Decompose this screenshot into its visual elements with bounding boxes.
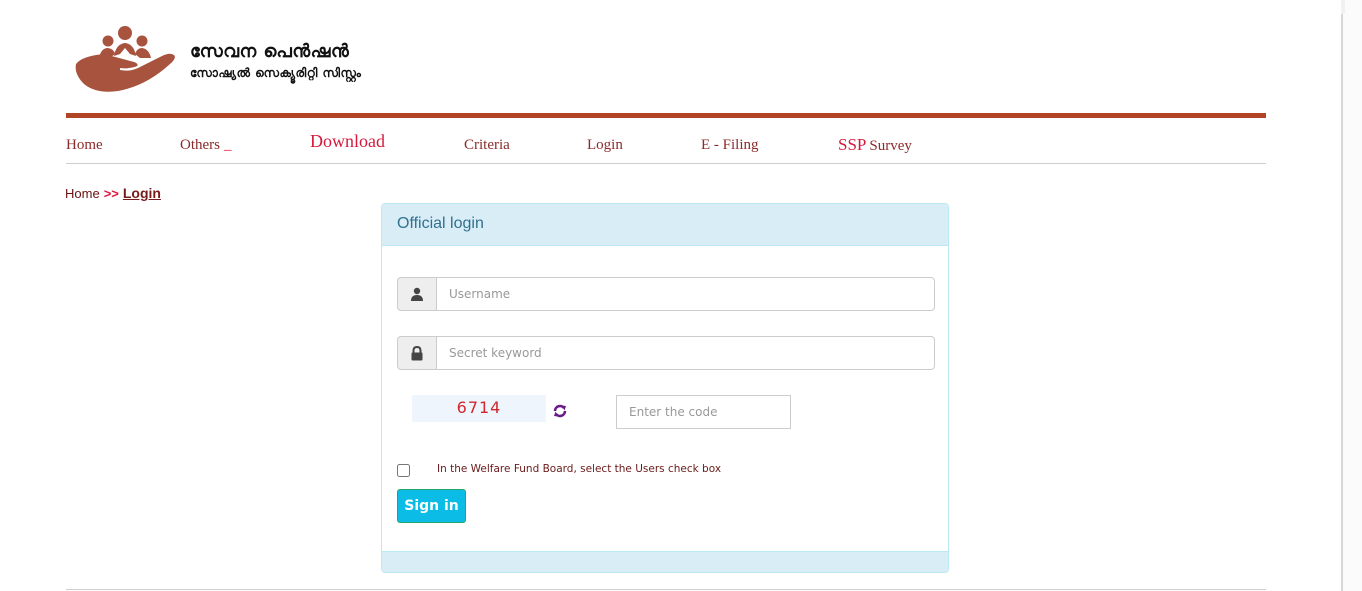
scrollbar[interactable] bbox=[1341, 0, 1362, 591]
refresh-icon[interactable] bbox=[552, 403, 568, 419]
welfare-fund-checkbox-label: In the Welfare Fund Board, select the Us… bbox=[437, 463, 722, 475]
breadcrumb-home[interactable]: Home bbox=[65, 186, 100, 201]
brand-subtitle: സോഷ്യൽ സെക്യൂരിറ്റി സിസ്റ്റം bbox=[190, 66, 362, 80]
username-input[interactable] bbox=[436, 277, 935, 311]
nav-criteria[interactable]: Criteria bbox=[464, 137, 510, 154]
nav-home[interactable]: Home bbox=[66, 137, 103, 154]
panel-footer bbox=[382, 551, 948, 572]
user-icon bbox=[397, 277, 436, 311]
logo-icon bbox=[74, 24, 180, 94]
nav-e-filing[interactable]: E - Filing bbox=[701, 137, 759, 154]
login-panel: Official login 6714 In the Welfare Fund … bbox=[381, 203, 949, 573]
lock-icon bbox=[397, 336, 436, 370]
nav-others-dropdown-marker: _ bbox=[224, 137, 232, 153]
welfare-fund-checkbox[interactable] bbox=[397, 464, 410, 477]
nav-survey-label: Survey bbox=[869, 138, 912, 154]
username-group bbox=[397, 277, 935, 311]
nav-others-label: Others bbox=[180, 137, 220, 153]
brand-title: സേവന പെൻഷൻ bbox=[190, 41, 350, 62]
nav-others[interactable]: Others _ bbox=[180, 137, 232, 154]
nav-ssp-prefix: SSP bbox=[838, 135, 867, 154]
breadcrumb-separator: >> bbox=[103, 186, 119, 201]
main-nav: Home Others _ Download Criteria Login E -… bbox=[66, 118, 1266, 164]
panel-title: Official login bbox=[382, 204, 948, 246]
sign-in-button[interactable]: Sign in bbox=[397, 489, 466, 523]
nav-download[interactable]: Download bbox=[310, 131, 385, 152]
password-input[interactable] bbox=[436, 336, 935, 370]
captcha-input[interactable] bbox=[616, 395, 791, 429]
nav-ssp-survey[interactable]: SSP Survey bbox=[838, 135, 912, 155]
breadcrumb: Home >> Login bbox=[65, 185, 161, 201]
captcha-code: 6714 bbox=[412, 395, 546, 422]
breadcrumb-current[interactable]: Login bbox=[123, 185, 161, 201]
footer-divider bbox=[66, 589, 1266, 590]
password-group bbox=[397, 336, 935, 370]
nav-login[interactable]: Login bbox=[587, 137, 623, 154]
